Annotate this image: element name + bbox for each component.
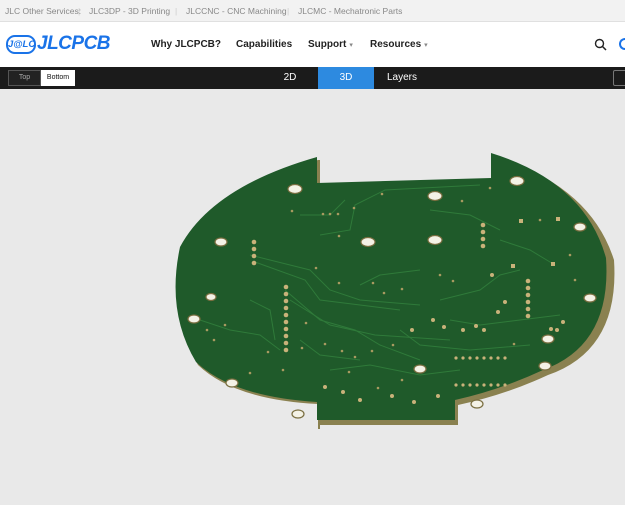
services-bar: JLC Other Services: | JLC3DP - 3D Printi… (0, 0, 625, 22)
chevron-down-icon: ▾ (349, 42, 353, 49)
account-button-edge[interactable] (619, 38, 625, 50)
top-side-button[interactable]: Top (8, 70, 41, 86)
services-label: JLC Other Services: (5, 6, 82, 16)
viewer-toolbar: Top Bottom 2D 3D Layers (0, 67, 625, 89)
divider: | (78, 6, 81, 16)
nav-support-label: Support (308, 39, 347, 50)
main-header: J@LC JLCPCB Why JLCPCB? Capabilities Sup… (0, 22, 625, 67)
nav-capabilities[interactable]: Capabilities (236, 39, 292, 50)
board-face (175, 153, 607, 420)
link-jlcmc[interactable]: JLCMC - Mechatronic Parts (298, 6, 402, 16)
pcb-3d-viewer[interactable] (0, 89, 625, 500)
nav-support[interactable]: Support ▾ (308, 39, 353, 50)
tab-3d[interactable]: 3D (318, 67, 374, 89)
link-jlc3dp[interactable]: JLC3DP - 3D Printing (89, 6, 170, 16)
divider: | (175, 6, 178, 16)
nav-capabilities-label: Capabilities (236, 39, 293, 50)
nav-resources[interactable]: Resources ▾ (370, 39, 428, 50)
bottom-side-button[interactable]: Bottom (41, 70, 75, 86)
tab-2d[interactable]: 2D (262, 67, 318, 89)
divider: | (287, 6, 290, 16)
nav-resources-label: Resources (370, 39, 422, 50)
pcb-board-render[interactable] (0, 89, 625, 500)
tab-layers[interactable]: Layers (374, 67, 430, 89)
fullscreen-button[interactable] (613, 70, 625, 86)
search-icon[interactable] (594, 38, 607, 51)
nav-why-jlcpcb-label: Why JLCPCB? (151, 39, 221, 50)
logo-wordmark[interactable]: JLCPCB (37, 33, 111, 55)
nav-why-jlcpcb[interactable]: Why JLCPCB? (151, 39, 221, 50)
logo-badge[interactable]: J@LC (6, 35, 36, 54)
link-jlccnc[interactable]: JLCCNC - CNC Machining (186, 6, 287, 16)
chevron-down-icon: ▾ (424, 42, 428, 49)
